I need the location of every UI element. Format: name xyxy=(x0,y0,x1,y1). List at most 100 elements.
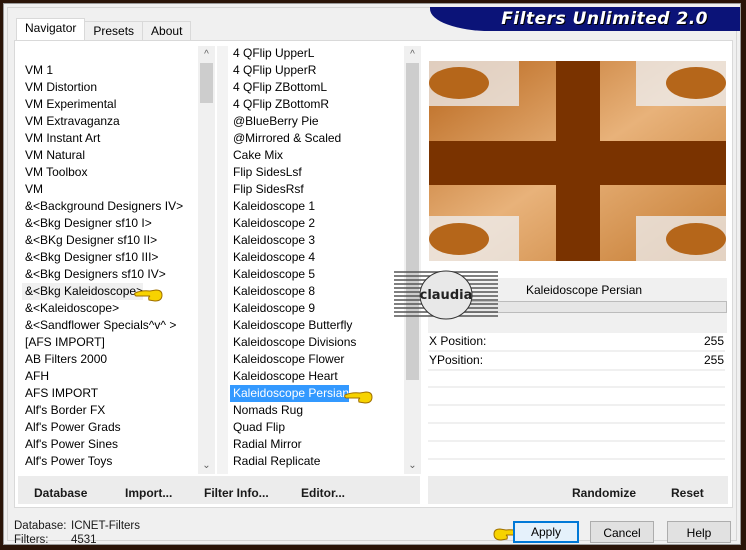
list-item[interactable]: Flip SidesRsf xyxy=(230,181,304,198)
list-item[interactable]: &<Bkg Kaleidoscope> xyxy=(22,283,144,300)
list-row: Kaleidoscope 4 xyxy=(230,249,406,266)
import-button[interactable]: Import... xyxy=(125,476,172,504)
list-item[interactable]: Seamless Blend xyxy=(230,470,320,473)
list-item[interactable]: AB Filters 2000 xyxy=(22,351,107,368)
list-row: Kaleidoscope 3 xyxy=(230,232,406,249)
list-item[interactable]: &<Bkg Designers sf10 IV> xyxy=(22,266,166,283)
list-item[interactable]: Alf's Power Sines xyxy=(22,436,118,453)
scroll-thumb[interactable] xyxy=(406,63,419,380)
tab-presets[interactable]: Presets xyxy=(84,21,144,40)
tab-about[interactable]: About xyxy=(142,21,192,40)
empty-param-separator xyxy=(428,440,725,442)
list-item[interactable]: 4 QFlip UpperL xyxy=(230,45,314,62)
list-item[interactable]: Radial Replicate xyxy=(230,453,320,470)
scroll-thumb[interactable] xyxy=(200,63,213,103)
scroll-up-icon[interactable]: ^ xyxy=(404,46,421,63)
list-item[interactable]: Kaleidoscope 8 xyxy=(230,283,315,300)
list-item[interactable]: Cake Mix xyxy=(230,147,283,164)
list-item[interactable]: Kaleidoscope Heart xyxy=(230,368,338,385)
status-filters: Filters: 4531 xyxy=(14,534,97,546)
reset-button[interactable]: Reset xyxy=(671,476,704,504)
list-item[interactable]: Kaleidoscope 4 xyxy=(230,249,315,266)
list-item[interactable]: VM Experimental xyxy=(22,96,116,113)
list-item[interactable]: 4 QFlip UpperR xyxy=(230,62,316,79)
database-button[interactable]: Database xyxy=(34,476,87,504)
cancel-button[interactable]: Cancel xyxy=(590,521,654,543)
list-row: Kaleidoscope Divisions xyxy=(230,334,406,351)
editor-button[interactable]: Editor... xyxy=(301,476,345,504)
param-value[interactable]: 255 xyxy=(704,352,724,369)
list-item[interactable]: Alf's Kaleidoscope xyxy=(22,470,123,472)
list-item[interactable]: [AFS IMPORT] xyxy=(22,334,105,351)
param-value[interactable]: 255 xyxy=(704,333,724,350)
list-row: VM 1 xyxy=(22,62,198,79)
list-row: Kaleidoscope 9 xyxy=(230,300,406,317)
filter-scrollbar[interactable]: ^ ⌄ xyxy=(404,46,421,474)
list-item[interactable]: &<Kaleidoscope> xyxy=(22,300,119,317)
list-item[interactable]: Kaleidoscope 2 xyxy=(230,215,315,232)
list-item[interactable]: VM Natural xyxy=(22,147,85,164)
list-item[interactable]: Kaleidoscope Divisions xyxy=(230,334,356,351)
list-row: Kaleidoscope 5 xyxy=(230,266,406,283)
randomize-button[interactable]: Randomize xyxy=(572,476,636,504)
list-item[interactable]: VM Instant Art xyxy=(22,130,100,147)
apply-button[interactable]: Apply xyxy=(513,521,579,543)
list-item[interactable]: VM Toolbox xyxy=(22,164,87,181)
scroll-down-icon[interactable]: ⌄ xyxy=(404,457,421,474)
claudia-watermark: claudia xyxy=(394,270,498,320)
list-item[interactable]: Quad Flip xyxy=(230,419,285,436)
category-list[interactable]: VM 1 VM Distortion VM Experimental VM Extra… xyxy=(22,62,198,472)
list-item[interactable]: Kaleidoscope Persian xyxy=(230,385,350,402)
list-item[interactable]: Kaleidoscope 1 xyxy=(230,198,315,215)
list-row: &<BKg Designer sf10 II> xyxy=(22,232,198,249)
list-item[interactable]: &<Bkg Designer sf10 I> xyxy=(22,215,152,232)
scroll-up-icon[interactable]: ^ xyxy=(198,46,215,63)
list-item[interactable]: @BlueBerry Pie xyxy=(230,113,319,130)
param-y-position[interactable]: YPosition: 255 xyxy=(428,352,725,371)
list-item[interactable]: Nomads Rug xyxy=(230,402,303,419)
list-item[interactable]: AFS IMPORT xyxy=(22,385,98,402)
list-item[interactable]: Kaleidoscope 3 xyxy=(230,232,315,249)
list-item[interactable]: @Mirrored & Scaled xyxy=(230,130,341,147)
param-x-position[interactable]: X Position: 255 xyxy=(428,333,725,352)
list-row: Quad Flip xyxy=(230,419,406,436)
list-item[interactable]: &<BKg Designer sf10 II> xyxy=(22,232,157,249)
list-row: Flip SidesRsf xyxy=(230,181,406,198)
list-item[interactable]: VM xyxy=(22,181,43,198)
list-item[interactable]: Alf's Border FX xyxy=(22,402,105,419)
list-item[interactable]: Kaleidoscope Butterfly xyxy=(230,317,352,334)
list-row: &<Kaleidoscope> xyxy=(22,300,198,317)
status-value: 4531 xyxy=(71,534,97,546)
list-item[interactable]: Kaleidoscope 9 xyxy=(230,300,315,317)
list-row: Alf's Power Grads xyxy=(22,419,198,436)
list-item[interactable]: 4 QFlip ZBottomR xyxy=(230,96,329,113)
list-item[interactable]: &<Sandflower Specials^v^ > xyxy=(22,317,176,334)
list-row: Alf's Power Toys xyxy=(22,453,198,470)
list-item[interactable]: Alf's Power Grads xyxy=(22,419,121,436)
filter-list[interactable]: 4 QFlip UpperL 4 QFlip UpperR 4 QFlip ZBot… xyxy=(230,45,406,473)
list-item[interactable]: AFH xyxy=(22,368,49,385)
list-row: Kaleidoscope Heart xyxy=(230,368,406,385)
list-row: &<Background Designers IV> xyxy=(22,198,198,215)
list-item[interactable]: &<Background Designers IV> xyxy=(22,198,183,215)
list-item[interactable]: 4 QFlip ZBottomL xyxy=(230,79,327,96)
category-scrollbar[interactable]: ^ ⌄ xyxy=(198,46,215,474)
list-item[interactable]: Kaleidoscope Flower xyxy=(230,351,344,368)
list-item[interactable]: Kaleidoscope 5 xyxy=(230,266,315,283)
list-item[interactable]: VM Distortion xyxy=(22,79,97,96)
list-item[interactable]: &<Bkg Designer sf10 III> xyxy=(22,249,158,266)
list-row: VM Instant Art xyxy=(22,130,198,147)
list-item[interactable]: VM Extravaganza xyxy=(22,113,120,130)
tab-navigator[interactable]: Navigator xyxy=(16,18,86,40)
filter-info-button[interactable]: Filter Info... xyxy=(204,476,269,504)
list-row: 4 QFlip UpperR xyxy=(230,62,406,79)
list-item[interactable]: VM 1 xyxy=(22,62,53,79)
scroll-down-icon[interactable]: ⌄ xyxy=(198,457,215,474)
title-banner: Filters Unlimited 2.0 xyxy=(430,7,740,31)
list-item[interactable]: Flip SidesLsf xyxy=(230,164,302,181)
list-row: 4 QFlip ZBottomL xyxy=(230,79,406,96)
list-row: Radial Mirror xyxy=(230,436,406,453)
help-button[interactable]: Help xyxy=(667,521,731,543)
list-item[interactable]: Radial Mirror xyxy=(230,436,302,453)
list-item[interactable]: Alf's Power Toys xyxy=(22,453,112,470)
